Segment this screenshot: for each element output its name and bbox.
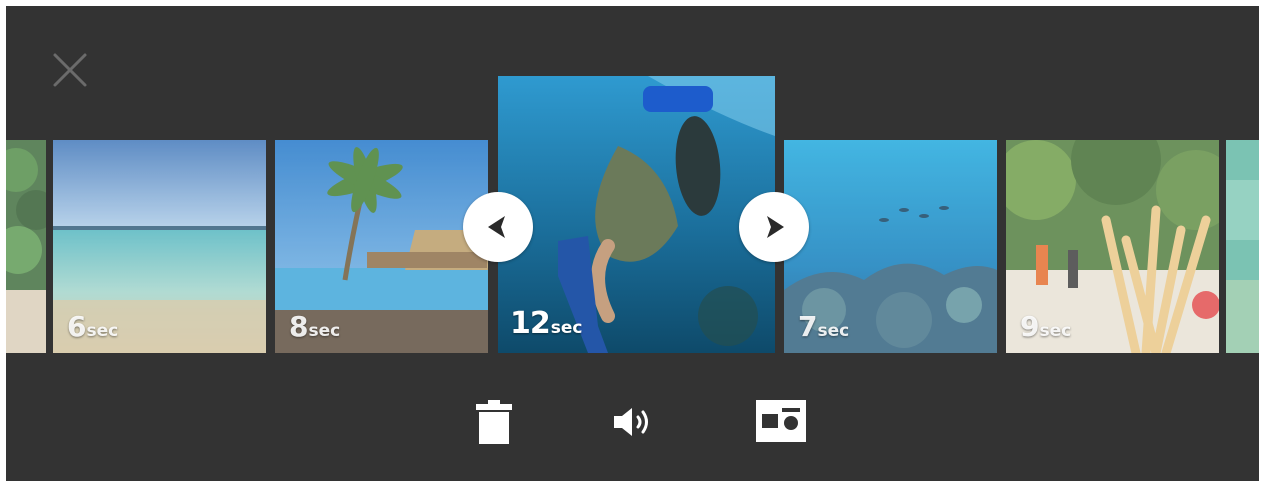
clip-thumbnail-1[interactable] [6,140,46,353]
clip-duration: 8sec [289,310,341,343]
clip-thumbnail-6[interactable]: 9sec [1006,140,1219,353]
volume-icon [614,408,648,436]
delete-button[interactable] [476,400,512,444]
clip-duration: 9sec [1020,310,1072,343]
chevron-left-icon [488,216,505,238]
next-clip-button[interactable] [739,192,809,262]
clip-thumbnail-2[interactable]: 6sec [53,140,266,353]
clip-duration: 12sec [510,306,583,341]
layout-button[interactable] [756,400,806,442]
volume-button[interactable] [612,406,656,438]
clip-toolbar [6,386,1259,456]
trash-icon [476,400,512,444]
clip-thumbnail-7[interactable] [1226,140,1259,353]
lagoon-image [1226,140,1259,353]
clip-thumbnail-3[interactable]: 8sec [275,140,488,353]
chevron-right-icon [767,216,784,238]
jungle-image [6,140,46,353]
clip-editor: 6sec 8sec 12sec 7sec 9sec [6,6,1259,481]
previous-clip-button[interactable] [463,192,533,262]
clip-duration: 6sec [67,310,119,343]
layout-icon [756,400,806,442]
clip-thumbnail-5[interactable]: 7sec [784,140,997,353]
clip-duration: 7sec [798,310,850,343]
clip-thumbnail-4-selected[interactable]: 12sec [498,76,775,353]
